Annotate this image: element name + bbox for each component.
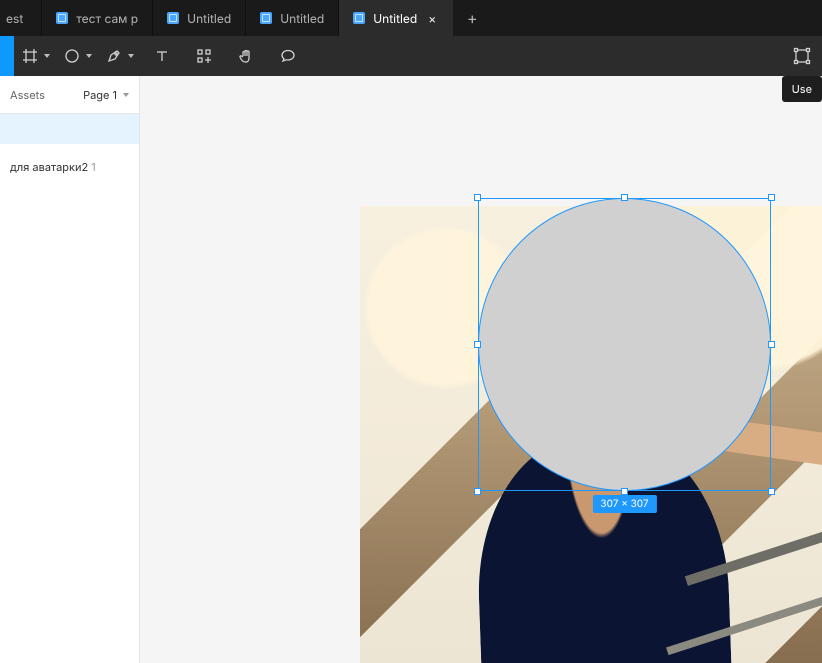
resize-handle-mr[interactable] xyxy=(768,341,775,348)
selection-size-text: 307 × 307 xyxy=(600,498,648,510)
assets-tab[interactable]: Assets xyxy=(10,88,45,102)
text-tool[interactable] xyxy=(142,36,182,76)
text-icon xyxy=(154,48,170,64)
document-tab[interactable]: тест сам р xyxy=(42,0,153,36)
pen-tool[interactable] xyxy=(100,36,140,76)
layer-dup-index: 1 xyxy=(91,160,95,174)
tooltip: Use xyxy=(782,76,822,102)
resize-handle-tr[interactable] xyxy=(768,194,775,201)
app-root: est тест сам р Untitled Untitled Untitle… xyxy=(0,0,822,663)
ellipse-icon xyxy=(64,48,80,64)
shape-tool[interactable] xyxy=(58,36,98,76)
document-tab-partial[interactable]: est xyxy=(0,0,42,36)
comment-tool[interactable] xyxy=(268,36,308,76)
pen-icon xyxy=(106,48,122,64)
layer-name: для аватарки21 xyxy=(10,160,96,174)
selection-outline xyxy=(478,198,771,491)
canvas[interactable]: 307 × 307 xyxy=(140,76,822,663)
selection-bounds[interactable]: 307 × 307 xyxy=(478,198,771,491)
document-tab[interactable]: Untitled xyxy=(153,0,246,36)
hand-tool[interactable] xyxy=(226,36,266,76)
tab-label: Untitled xyxy=(373,11,417,26)
tab-label: Untitled xyxy=(187,11,231,26)
new-tab-button[interactable]: + xyxy=(454,0,490,36)
figma-file-icon xyxy=(56,12,68,24)
panel-tabs: Assets Page 1 xyxy=(0,76,139,114)
tab-label: est xyxy=(6,11,23,26)
document-tab-active[interactable]: Untitled × xyxy=(339,0,454,36)
resize-handle-ml[interactable] xyxy=(474,341,481,348)
figma-file-icon xyxy=(167,12,179,24)
tooltip-text: Use xyxy=(792,82,812,96)
comment-icon xyxy=(280,48,296,64)
left-panel: Assets Page 1 для аватарки21 xyxy=(0,76,140,663)
page-selector[interactable]: Page 1 xyxy=(83,88,129,102)
layer-row-selected-blank[interactable] xyxy=(0,114,139,144)
hand-icon xyxy=(238,48,254,64)
resize-handle-bl[interactable] xyxy=(474,488,481,495)
frame-icon xyxy=(22,48,38,64)
layer-name-text: для аватарки2 xyxy=(10,160,88,174)
resize-handle-br[interactable] xyxy=(768,488,775,495)
resize-handle-tm[interactable] xyxy=(621,194,628,201)
close-tab-icon[interactable]: × xyxy=(425,11,439,25)
move-tool-active[interactable] xyxy=(0,36,14,76)
document-tab-bar: est тест сам р Untitled Untitled Untitle… xyxy=(0,0,822,36)
document-tab[interactable]: Untitled xyxy=(246,0,339,36)
user-tool[interactable] xyxy=(782,36,822,76)
resources-icon xyxy=(196,48,212,64)
figma-file-icon xyxy=(260,12,272,24)
bounding-box-icon xyxy=(793,47,811,65)
resize-handle-tl[interactable] xyxy=(474,194,481,201)
frame-tool[interactable] xyxy=(16,36,56,76)
layer-row[interactable]: для аватарки21 xyxy=(0,152,139,182)
tab-label: Untitled xyxy=(280,11,324,26)
resize-handle-bm[interactable] xyxy=(621,488,628,495)
figma-file-icon xyxy=(353,12,365,24)
plus-icon: + xyxy=(467,8,478,28)
toolbar: Use xyxy=(0,36,822,76)
selection-size-badge: 307 × 307 xyxy=(592,495,656,513)
resources-tool[interactable] xyxy=(184,36,224,76)
toolbar-right-group xyxy=(782,36,822,76)
tab-label: тест сам р xyxy=(76,11,138,26)
spacer xyxy=(0,144,139,152)
main-area: Assets Page 1 для аватарки21 xyxy=(0,76,822,663)
page-selector-label: Page 1 xyxy=(83,88,117,102)
